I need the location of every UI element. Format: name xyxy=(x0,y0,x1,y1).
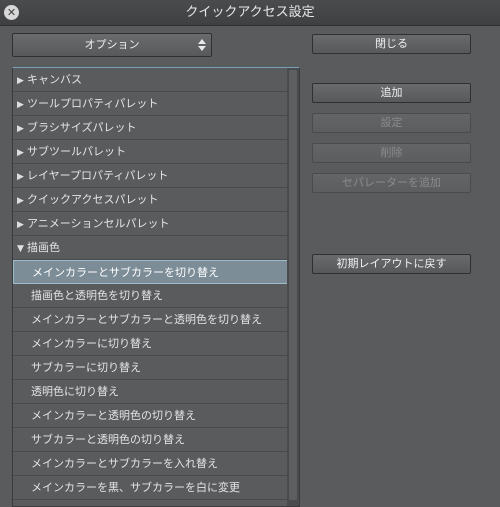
tree-child-item[interactable]: メインカラーとサブカラーを入れ替え xyxy=(13,452,289,476)
expand-arrow-icon: ▶ xyxy=(17,76,24,86)
tree-child-item[interactable]: メインカラーと透明色の切り替え xyxy=(13,404,289,428)
tree-child-item[interactable]: メインカラーとサブカラーと透明色を切り替え xyxy=(13,308,289,332)
tree-child-item[interactable]: 描画色と透明色を切り替え xyxy=(13,284,289,308)
tree-scrollbar-thumb[interactable] xyxy=(289,70,297,500)
tree-child-item[interactable]: メインカラーとサブカラーを切り替え xyxy=(13,260,289,284)
window-title: クイックアクセス設定 xyxy=(185,5,315,20)
tree-item-quick-access-palette[interactable]: ▶ クイックアクセスパレット xyxy=(13,188,289,212)
tree-child-item[interactable]: サブカラーと透明色の切り替え xyxy=(13,428,289,452)
title-bar: ✕ クイックアクセス設定 xyxy=(0,0,500,26)
tree-item-drawing-color[interactable]: ▼ 描画色 xyxy=(13,236,289,260)
tree-scrollbar[interactable] xyxy=(287,68,299,506)
add-separator-button[interactable]: セパレーターを追加 xyxy=(312,173,471,193)
settings-button[interactable]: 設定 xyxy=(312,113,471,133)
delete-button[interactable]: 削除 xyxy=(312,143,471,163)
reset-layout-button[interactable]: 初期レイアウトに戻す xyxy=(312,254,471,274)
close-button[interactable]: 閉じる xyxy=(312,34,471,54)
category-dropdown-value: オプション xyxy=(84,38,140,51)
tree-child-item[interactable]: メインカラーを黒、サブカラーを白に変更 xyxy=(13,476,289,500)
tree-item-tool-property-palette[interactable]: ▶ ツールプロパティパレット xyxy=(13,92,289,116)
category-dropdown[interactable]: オプション xyxy=(12,33,212,57)
collapse-arrow-icon: ▼ xyxy=(17,244,24,254)
tree-item-brush-size-palette[interactable]: ▶ ブラシサイズパレット xyxy=(13,116,289,140)
command-tree[interactable]: ▶ キャンバス ▶ ツールプロパティパレット ▶ ブラシサイズパレット ▶ サブツールパ… xyxy=(12,67,300,507)
up-down-arrows-icon xyxy=(198,39,206,51)
tree-child-item[interactable]: 透明色に切り替え xyxy=(13,380,289,404)
expand-arrow-icon: ▶ xyxy=(17,172,24,182)
expand-arrow-icon: ▶ xyxy=(17,124,24,134)
expand-arrow-icon: ▶ xyxy=(17,196,24,206)
expand-arrow-icon: ▶ xyxy=(17,220,24,230)
tree-child-item[interactable]: サブカラーに切り替え xyxy=(13,356,289,380)
tree-child-item[interactable]: メインカラーに切り替え xyxy=(13,332,289,356)
tree-item-sub-tool-palette[interactable]: ▶ サブツールパレット xyxy=(13,140,289,164)
expand-arrow-icon: ▶ xyxy=(17,148,24,158)
expand-arrow-icon: ▶ xyxy=(17,100,24,110)
tree-item-animation-cel-palette[interactable]: ▶ アニメーションセルパレット xyxy=(13,212,289,236)
tree-item-canvas[interactable]: ▶ キャンバス xyxy=(13,68,289,92)
tree-item-layer-property-palette[interactable]: ▶ レイヤープロパティパレット xyxy=(13,164,289,188)
add-button[interactable]: 追加 xyxy=(312,83,471,103)
